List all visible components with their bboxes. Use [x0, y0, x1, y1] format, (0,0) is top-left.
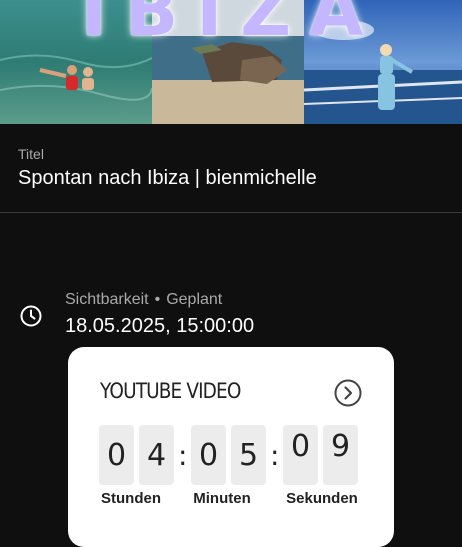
clock-icon: [20, 305, 42, 327]
colon-separator: :: [270, 439, 280, 472]
visibility-value: Geplant: [166, 291, 223, 308]
title-label: Titel: [18, 146, 44, 162]
colon-separator: :: [178, 439, 188, 472]
seconds-digit-1: 0: [283, 425, 318, 485]
visibility-label: Sichtbarkeit: [65, 291, 149, 308]
seconds-label: Sekunden: [286, 490, 358, 507]
seconds-digit-2: 9: [323, 425, 358, 485]
hours-label: Stunden: [101, 490, 161, 507]
minutes-label: Minuten: [193, 490, 251, 507]
minutes-digit-1: 0: [191, 425, 226, 485]
countdown-card: YOUTUBE VIDEO 0 4 : 0 5 : 0 9 Stunden Mi…: [68, 347, 394, 547]
minutes-digit-2: 5: [231, 425, 266, 485]
thumbnail-title-text: IBIZA: [80, 0, 382, 52]
countdown-card-title: YOUTUBE VIDEO: [100, 379, 241, 403]
scheduled-datetime: 18.05.2025, 15:00:00: [65, 315, 255, 337]
visibility-row[interactable]: Sichtbarkeit • Geplant: [65, 291, 222, 309]
hours-digit-2: 4: [139, 425, 174, 485]
title-value[interactable]: Spontan nach Ibiza | bienmichelle: [18, 167, 317, 190]
chevron-right-circle-icon[interactable]: [334, 379, 362, 407]
separator-dot: •: [154, 291, 161, 308]
hours-digit-1: 0: [99, 425, 134, 485]
video-thumbnail[interactable]: IBIZA: [0, 0, 462, 124]
divider: [0, 212, 462, 213]
